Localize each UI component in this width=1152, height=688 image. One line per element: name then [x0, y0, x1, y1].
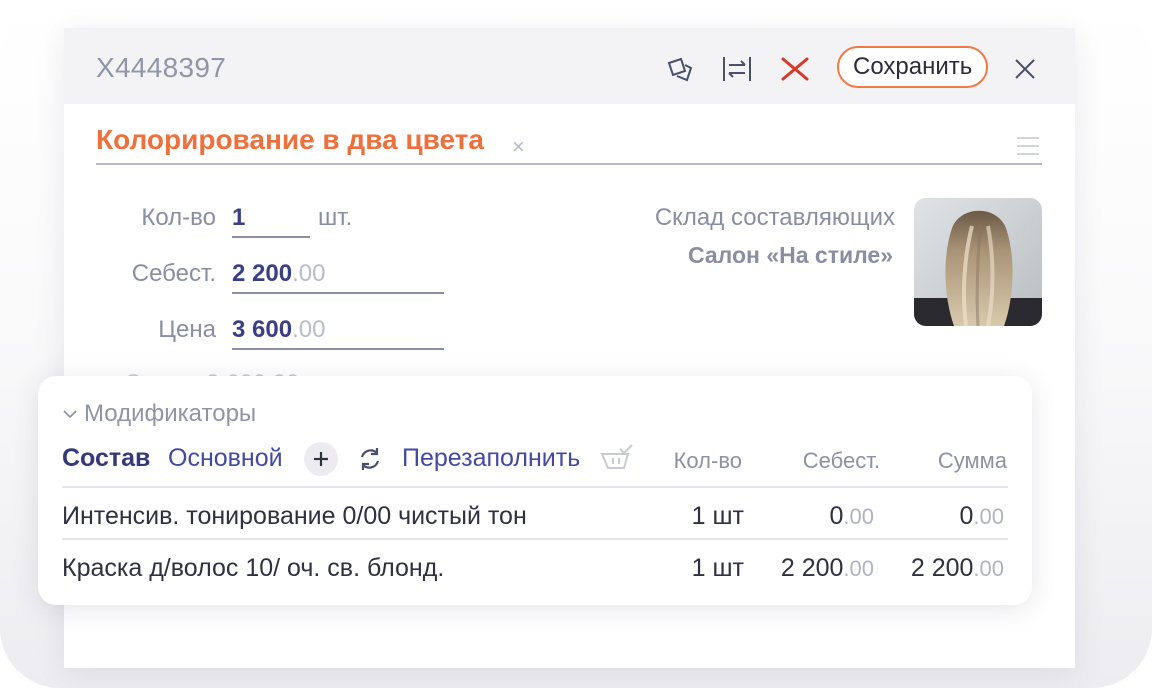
header-separator: [62, 486, 1008, 488]
modifier-row-cost: 0.00: [830, 502, 875, 531]
column-qty: Кол-во: [673, 448, 742, 473]
plus-icon: [314, 452, 328, 466]
add-button[interactable]: [304, 442, 338, 476]
tab-composition[interactable]: Состав: [62, 444, 150, 473]
price-label: Цена: [158, 316, 216, 343]
cost-input[interactable]: 2 200.00: [232, 260, 325, 288]
row-separator: [62, 538, 1008, 540]
cost-integer: 0: [829, 502, 844, 530]
service-underline: [96, 163, 1042, 165]
sum-decimals: .00: [973, 504, 1004, 529]
cost-integer: 2 200: [780, 554, 844, 582]
modifier-row-qty: 1 шт: [691, 554, 744, 582]
modifier-row-name[interactable]: Краска д/волос 10/ оч. св. блонд.: [62, 554, 444, 583]
modifier-row-cost: 2 200.00: [781, 554, 874, 583]
qty-unit: шт.: [318, 204, 353, 231]
modifier-row-name[interactable]: Интенсив. тонирование 0/00 чистый тон: [62, 502, 527, 531]
qty-underline: [232, 236, 310, 238]
service-photo: [914, 198, 1042, 326]
card-header: X4448397 Сохранить: [64, 28, 1075, 104]
document-id: X4448397: [96, 52, 227, 83]
qty-input[interactable]: 1: [232, 204, 245, 232]
modifiers-title: Модификаторы: [84, 400, 257, 427]
sum-decimals: .00: [973, 556, 1004, 581]
cost-underline: [232, 292, 444, 294]
warehouse-name[interactable]: Салон «На стиле»: [688, 242, 893, 269]
chevron-down-icon: [63, 410, 77, 419]
price-decimals: .00: [292, 316, 326, 343]
modifier-row-sum: 0.00: [960, 502, 1005, 531]
refill-button[interactable]: Перезаполнить: [402, 444, 580, 473]
cost-label: Себест.: [131, 260, 216, 287]
cost-decimals: .00: [843, 556, 874, 581]
price-input[interactable]: 3 600.00: [232, 316, 325, 344]
refresh-button[interactable]: [353, 442, 387, 476]
tab-main[interactable]: Основной: [168, 444, 283, 473]
refresh-icon: [360, 448, 380, 470]
swap-icon[interactable]: [720, 52, 754, 86]
modifier-row-sum: 2 200.00: [911, 554, 1004, 583]
cost-integer: 2 200: [232, 260, 293, 287]
modifier-row-qty: 1 шт: [691, 502, 744, 530]
column-cost: Себест.: [802, 448, 880, 473]
save-button[interactable]: Сохранить: [837, 46, 989, 88]
service-title[interactable]: Колорирование в два цвета: [96, 124, 484, 156]
price-integer: 3 600: [232, 316, 293, 343]
modifiers-panel: Модификаторы Состав Основной Перезаполни…: [38, 376, 1032, 605]
menu-icon[interactable]: [1016, 136, 1040, 161]
delete-icon[interactable]: [778, 52, 812, 86]
close-icon[interactable]: [1008, 52, 1042, 86]
sum-integer: 2 200: [910, 554, 974, 582]
price-underline: [232, 348, 444, 350]
copy-icon[interactable]: [662, 52, 696, 86]
qty-label: Кол-во: [141, 204, 216, 231]
modifiers-toggle[interactable]: Модификаторы: [62, 400, 256, 428]
warehouse-label: Склад составляющих: [654, 204, 895, 231]
column-sum: Сумма: [937, 448, 1007, 473]
clear-service-icon[interactable]: ×: [512, 134, 525, 160]
sum-integer: 0: [959, 502, 974, 530]
cost-decimals: .00: [843, 504, 874, 529]
cost-decimals: .00: [292, 260, 326, 287]
basket-check-icon[interactable]: [600, 444, 634, 477]
